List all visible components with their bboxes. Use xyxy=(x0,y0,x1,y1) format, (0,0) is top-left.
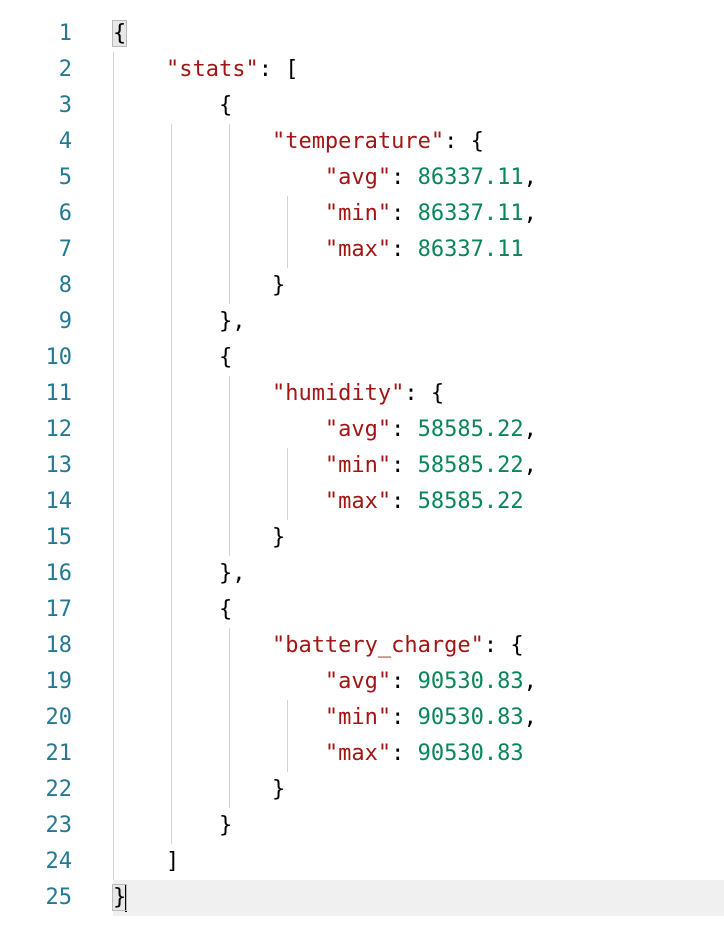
code-line: "max": 90530.83 xyxy=(324,741,524,766)
json-key: "temperature" xyxy=(271,129,445,154)
open-brace: { xyxy=(111,20,128,47)
code-line: "temperature": { xyxy=(271,129,484,154)
code-area[interactable]: { "stats": [ { "temperature": { "avg": 8… xyxy=(111,16,724,916)
json-key: "max" xyxy=(324,489,392,514)
line-number: 8 xyxy=(58,273,72,298)
json-key: "stats" xyxy=(165,57,259,82)
json-number: 58585.22 xyxy=(417,453,524,478)
line-number: 1 xyxy=(58,21,72,46)
current-line[interactable]: } xyxy=(111,880,724,916)
code-line: } xyxy=(271,777,286,802)
json-number: 58585.22 xyxy=(417,417,524,442)
code-line: "avg": 90530.83, xyxy=(324,669,537,694)
text-cursor xyxy=(125,884,128,912)
line-number: 24 xyxy=(45,849,73,874)
code-line: ] xyxy=(165,849,180,874)
code-line: { xyxy=(218,345,233,370)
json-key: "min" xyxy=(324,453,392,478)
code-line: } xyxy=(218,813,233,838)
code-line: { xyxy=(218,93,233,118)
json-key: "min" xyxy=(324,705,392,730)
line-number: 4 xyxy=(58,129,72,154)
code-line: "stats": [ xyxy=(165,57,299,82)
code-line: } xyxy=(271,273,286,298)
line-number: 13 xyxy=(45,453,73,478)
code-line: "min": 58585.22, xyxy=(324,453,537,478)
json-key: "max" xyxy=(324,741,392,766)
code-line: { xyxy=(218,597,233,622)
json-number: 86337.11 xyxy=(417,201,524,226)
json-key: "avg" xyxy=(324,165,392,190)
line-number: 18 xyxy=(45,633,73,658)
line-number: 20 xyxy=(45,705,73,730)
code-line: }, xyxy=(218,561,246,586)
line-number: 2 xyxy=(58,57,72,82)
line-number: 25 xyxy=(45,885,73,910)
code-line: "humidity": { xyxy=(271,381,445,406)
code-line: } xyxy=(271,525,286,550)
code-line: "max": 58585.22 xyxy=(324,489,524,514)
json-key: "humidity" xyxy=(271,381,405,406)
line-number: 16 xyxy=(45,561,73,586)
code-line: }, xyxy=(218,309,246,334)
line-number: 7 xyxy=(58,237,72,262)
line-number: 19 xyxy=(45,669,73,694)
json-number: 90530.83 xyxy=(417,669,524,694)
json-key: "max" xyxy=(324,237,392,262)
code-line: "avg": 58585.22, xyxy=(324,417,537,442)
line-number: 3 xyxy=(58,93,72,118)
line-number: 12 xyxy=(45,417,73,442)
code-line: "min": 86337.11, xyxy=(324,201,537,226)
code-line: "min": 90530.83, xyxy=(324,705,537,730)
line-number: 17 xyxy=(45,597,73,622)
code-line: "avg": 86337.11, xyxy=(324,165,537,190)
line-number: 5 xyxy=(58,165,72,190)
close-brace: } xyxy=(111,884,128,911)
line-number: 22 xyxy=(45,777,73,802)
line-number: 15 xyxy=(45,525,73,550)
code-line: { xyxy=(111,16,724,52)
line-number: 9 xyxy=(58,309,72,334)
line-number: 6 xyxy=(58,201,72,226)
line-number: 11 xyxy=(45,381,73,406)
json-number: 90530.83 xyxy=(417,705,524,730)
json-number: 90530.83 xyxy=(417,741,524,766)
json-key: "min" xyxy=(324,201,392,226)
json-number: 86337.11 xyxy=(417,165,524,190)
line-number: 14 xyxy=(45,489,73,514)
json-key: "avg" xyxy=(324,417,392,442)
line-number: 21 xyxy=(45,741,73,766)
code-line: "battery_charge": { xyxy=(271,633,524,658)
line-number-gutter: 1 2 3 4 5 6 7 8 9 10 11 12 13 14 15 16 1… xyxy=(0,16,90,916)
json-number: 86337.11 xyxy=(417,237,524,262)
code-editor[interactable]: 1 2 3 4 5 6 7 8 9 10 11 12 13 14 15 16 1… xyxy=(0,0,724,948)
json-key: "avg" xyxy=(324,669,392,694)
line-number: 10 xyxy=(45,345,73,370)
json-key: "battery_charge" xyxy=(271,633,484,658)
json-number: 58585.22 xyxy=(417,489,524,514)
code-line: "max": 86337.11 xyxy=(324,237,524,262)
line-number: 23 xyxy=(45,813,73,838)
